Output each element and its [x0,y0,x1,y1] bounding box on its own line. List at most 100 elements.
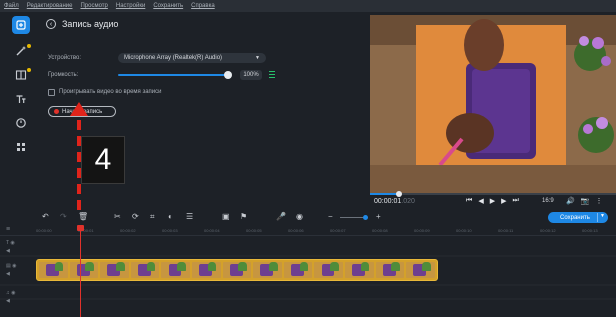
clip-thumbnail [314,262,344,278]
tool-transitions[interactable] [12,66,31,84]
menu-file[interactable]: Файл [4,3,19,9]
frame-back-icon[interactable]: ◀ [478,197,483,205]
ruler-tick-label: 00:00:04 [204,228,220,233]
tool-filters[interactable] [12,42,31,60]
title-track-header: T ◉ ◀ [6,240,30,254]
snapshot-icon[interactable]: 📷 [581,197,590,205]
device-value: Microphone Array (Realtek(R) Audio) [124,55,223,61]
menu-view[interactable]: Просмотр [80,3,107,9]
volume-icon[interactable]: 🔊 [566,197,575,205]
chevron-down-icon[interactable]: ▼ [600,213,605,219]
menu-bar: Файл Редактирование Просмотр Настройки С… [0,0,616,12]
magic-wand-icon [16,46,26,56]
zoom-slider-thumb[interactable] [363,215,368,220]
panel-header: ‹ Запись аудио [46,19,118,29]
volume-slider-thumb[interactable] [224,71,232,79]
player-extra-controls: 🔊 📷 ⋮ [566,197,602,205]
menu-settings[interactable]: Настройки [116,3,145,9]
tool-more[interactable] [12,138,30,156]
cut-icon[interactable]: ✂ [114,213,121,221]
tool-stickers[interactable] [12,114,30,132]
playhead-handle[interactable] [77,225,84,231]
device-dropdown[interactable]: Microphone Array (Realtek(R) Audio) ▼ [118,53,266,63]
record-voice-icon[interactable]: 🎤 [276,213,286,221]
mute-icon[interactable]: ◀ [6,248,30,254]
more-tools-icon [17,143,25,151]
volume-slider-track[interactable] [118,74,228,76]
snap-icon[interactable]: ◉ [296,213,303,221]
transitions-icon [15,70,27,80]
timecode-main: 00:00:01 [374,198,402,205]
video-track-header: ▤ ◉ ◀ [6,263,30,277]
timecode-display: 00:00:01.020 [374,198,415,205]
ruler-tick-label: 00:00:02 [120,228,136,233]
insert-media-icon[interactable]: ▣ [222,213,230,221]
ruler-tick-label: 00:00:12 [540,228,556,233]
tool-titles[interactable] [12,90,30,108]
save-button-label: Сохранить [560,214,590,221]
device-label: Устройство: [48,55,82,61]
playhead-line[interactable] [80,229,81,317]
volume-icon[interactable]: ◀ [6,298,30,304]
play-video-label: Проигрывать видео во время записи [59,89,162,95]
ruler-tick-label: 00:00:03 [162,228,178,233]
volume-value-field[interactable]: 100% [240,70,262,80]
tool-strip [8,14,34,214]
timecode-frames: .020 [401,198,415,205]
clip-thumbnail [69,262,99,278]
play-video-checkbox[interactable] [48,89,55,96]
timeline-toolbar: ↶ ↷ 🗑 ✂ ⟳ ⌗ ◐ ☰ ▣ ⚑ 🎤 ◉ − + Сохранить ▼ [0,210,616,225]
zoom-in-icon[interactable]: + [376,213,381,221]
redo-icon[interactable]: ↷ [60,213,67,221]
timeline-ruler[interactable]: ≡ 00:00:00 00:00:01 00:00:02 00:00:03 00:00:… [0,225,616,236]
seek-bar-thumb[interactable] [396,191,402,197]
chevron-down-icon: ▼ [255,55,260,61]
save-button[interactable]: Сохранить ▼ [548,212,608,223]
aspect-ratio-select[interactable]: 16:9 [542,198,554,204]
music-track-icon: ♫ ◉ [6,290,16,296]
clip-thumbnail [222,262,252,278]
delete-icon[interactable]: 🗑 [78,213,88,221]
menu-edit[interactable]: Редактирование [27,3,73,9]
audio-track-header: ♫ ◉ ◀ [6,290,30,304]
seek-bar[interactable] [370,193,616,195]
video-clip[interactable] [36,259,438,281]
play-icon[interactable]: ▶ [490,197,495,205]
rotate-icon[interactable]: ⟳ [132,213,139,221]
new-badge [27,68,31,72]
crop-icon[interactable]: ⌗ [150,213,155,221]
menu-help[interactable]: Справка [191,3,215,9]
undo-icon[interactable]: ↶ [42,213,49,221]
ruler-tick-label: 00:00:05 [246,228,262,233]
menu-export[interactable]: Сохранить [153,3,183,9]
more-options-icon[interactable]: ⋮ [595,197,602,205]
zoom-out-icon[interactable]: − [328,213,333,221]
ruler-tick-label: 00:00:06 [288,228,304,233]
ruler-tick-label: 00:00:13 [582,228,598,233]
color-adjust-icon[interactable]: ◐ [168,213,173,221]
panel-title: Запись аудио [62,19,119,29]
skip-to-end-icon[interactable]: ⏭ [512,197,518,205]
clip-properties-icon[interactable]: ☰ [186,213,193,221]
clip-thumbnail [283,262,313,278]
stickers-icon [16,118,26,128]
video-track-icon: ▤ ◉ [6,263,17,269]
skip-to-start-icon[interactable]: ⏮ [466,197,472,205]
tool-import[interactable] [12,16,30,34]
transport-controls: ⏮ ◀ ▶ ▶ ⏭ [466,197,519,205]
new-badge [27,44,31,48]
movavi-editor-window: Файл Редактирование Просмотр Настройки С… [0,0,616,317]
clip-thumbnail [406,262,435,278]
frame-forward-icon[interactable]: ▶ [501,197,506,205]
marker-icon[interactable]: ⚑ [240,213,247,221]
back-arrow-icon[interactable]: ‹ [46,19,56,29]
video-preview[interactable] [370,15,616,193]
volume-icon[interactable]: ◀ [6,271,30,277]
preview-frame [370,15,616,193]
timeline-settings-icon[interactable]: ≡ [6,226,10,233]
clip-thumbnail [253,262,282,278]
volume-label: Громкость: [48,72,79,78]
annotation-arrow [70,102,88,226]
titles-icon [16,95,26,103]
record-dot-icon [54,109,59,114]
